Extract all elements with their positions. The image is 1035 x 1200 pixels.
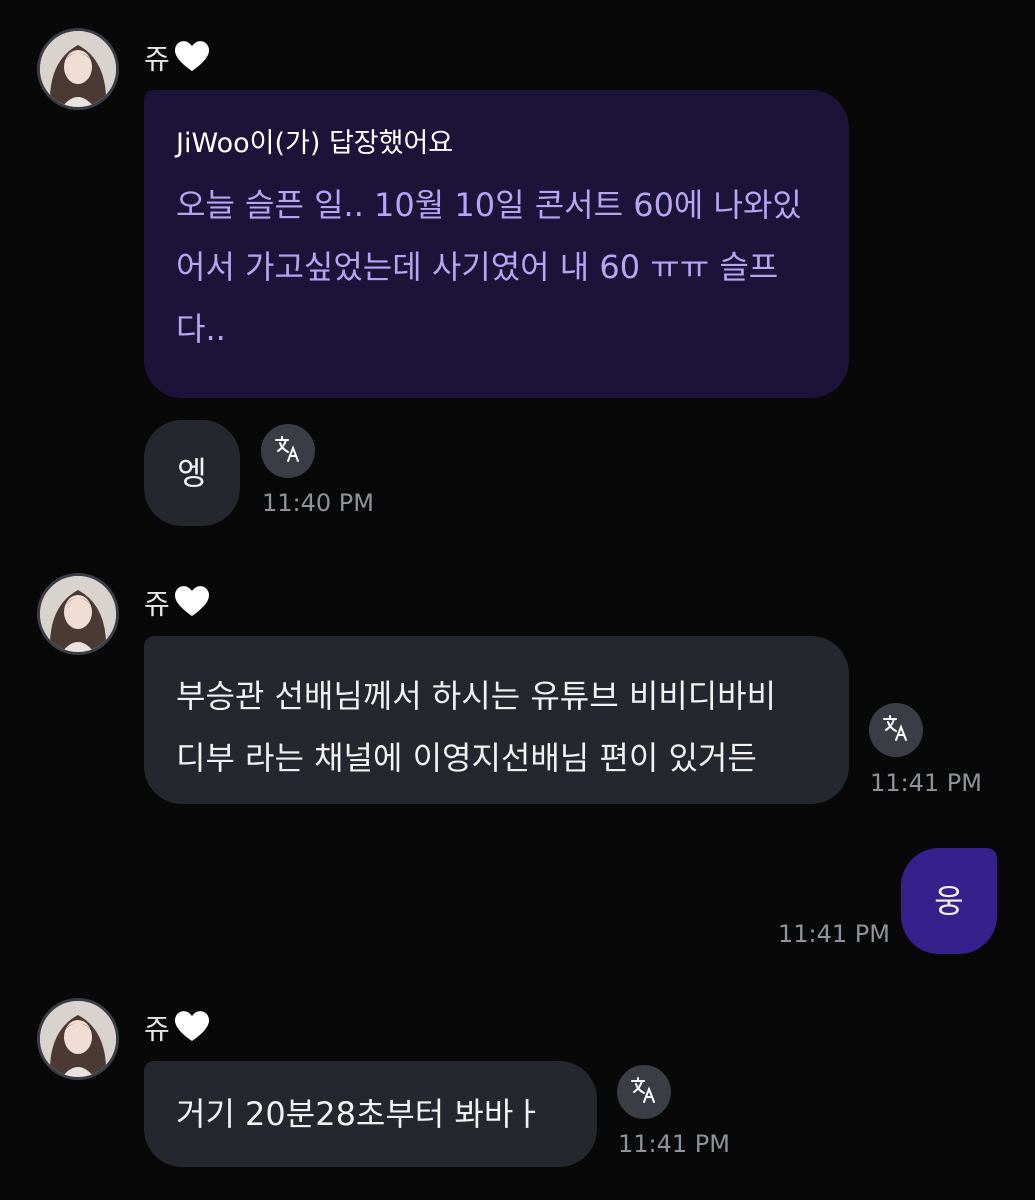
sender-name: 쥬 [144, 38, 212, 83]
translate-icon [881, 713, 911, 747]
translate-icon [629, 1075, 659, 1109]
reply-header: JiWoo이(가) 답장했어요 [176, 128, 454, 159]
message-bubble[interactable]: 엥 [144, 420, 240, 526]
translate-icon [273, 434, 303, 468]
reply-quote-line: 오늘 슬픈 일.. 10월 10일 콘서트 60에 나와있 [176, 186, 802, 224]
sender-name-text: 쥬 [144, 42, 170, 76]
message-bubble[interactable]: 부승관 선배님께서 하시는 유튜브 비비디바비 디부 라는 채널에 이영지선배님… [144, 636, 849, 804]
message-text: 엥 [177, 454, 207, 492]
avatar[interactable] [37, 28, 119, 110]
outgoing-message-bubble[interactable]: 웅 [901, 848, 997, 954]
message-text: 웅 [934, 882, 964, 920]
avatar[interactable] [37, 998, 119, 1080]
sender-name: 쥬 [144, 1008, 212, 1053]
timestamp: 11:41 PM [870, 769, 982, 797]
avatar[interactable] [37, 573, 119, 655]
reply-quote-line: 어서 가고싶었는데 사기였어 내 60 ㅠㅠ 슬프 [176, 248, 779, 286]
reply-quote-line: 다.. [176, 310, 226, 348]
sender-name-text: 쥬 [144, 1012, 170, 1046]
white-heart-icon [172, 583, 212, 628]
reply-bubble[interactable]: JiWoo이(가) 답장했어요 오늘 슬픈 일.. 10월 10일 콘서트 60… [144, 90, 849, 398]
white-heart-icon [172, 1008, 212, 1053]
timestamp: 11:41 PM [618, 1130, 730, 1158]
translate-button[interactable] [617, 1065, 671, 1119]
reply-quote-text: 오늘 슬픈 일.. 10월 10일 콘서트 60에 나와있 어서 가고싶었는데 … [176, 174, 817, 360]
white-heart-icon [172, 38, 212, 83]
timestamp: 11:40 PM [262, 489, 374, 517]
sender-name-text: 쥬 [144, 587, 170, 621]
message-text-line: 부승관 선배님께서 하시는 유튜브 비비디바비 [176, 677, 777, 715]
message-bubble[interactable]: 거기 20분28초부터 봐바ㅏ [144, 1061, 597, 1167]
timestamp: 11:41 PM [778, 920, 890, 948]
translate-button[interactable] [869, 703, 923, 757]
sender-name: 쥬 [144, 583, 212, 628]
message-text: 거기 20분28초부터 봐바ㅏ [176, 1095, 543, 1133]
message-text-line: 디부 라는 채널에 이영지선배님 편이 있거든 [176, 739, 757, 777]
translate-button[interactable] [261, 424, 315, 478]
